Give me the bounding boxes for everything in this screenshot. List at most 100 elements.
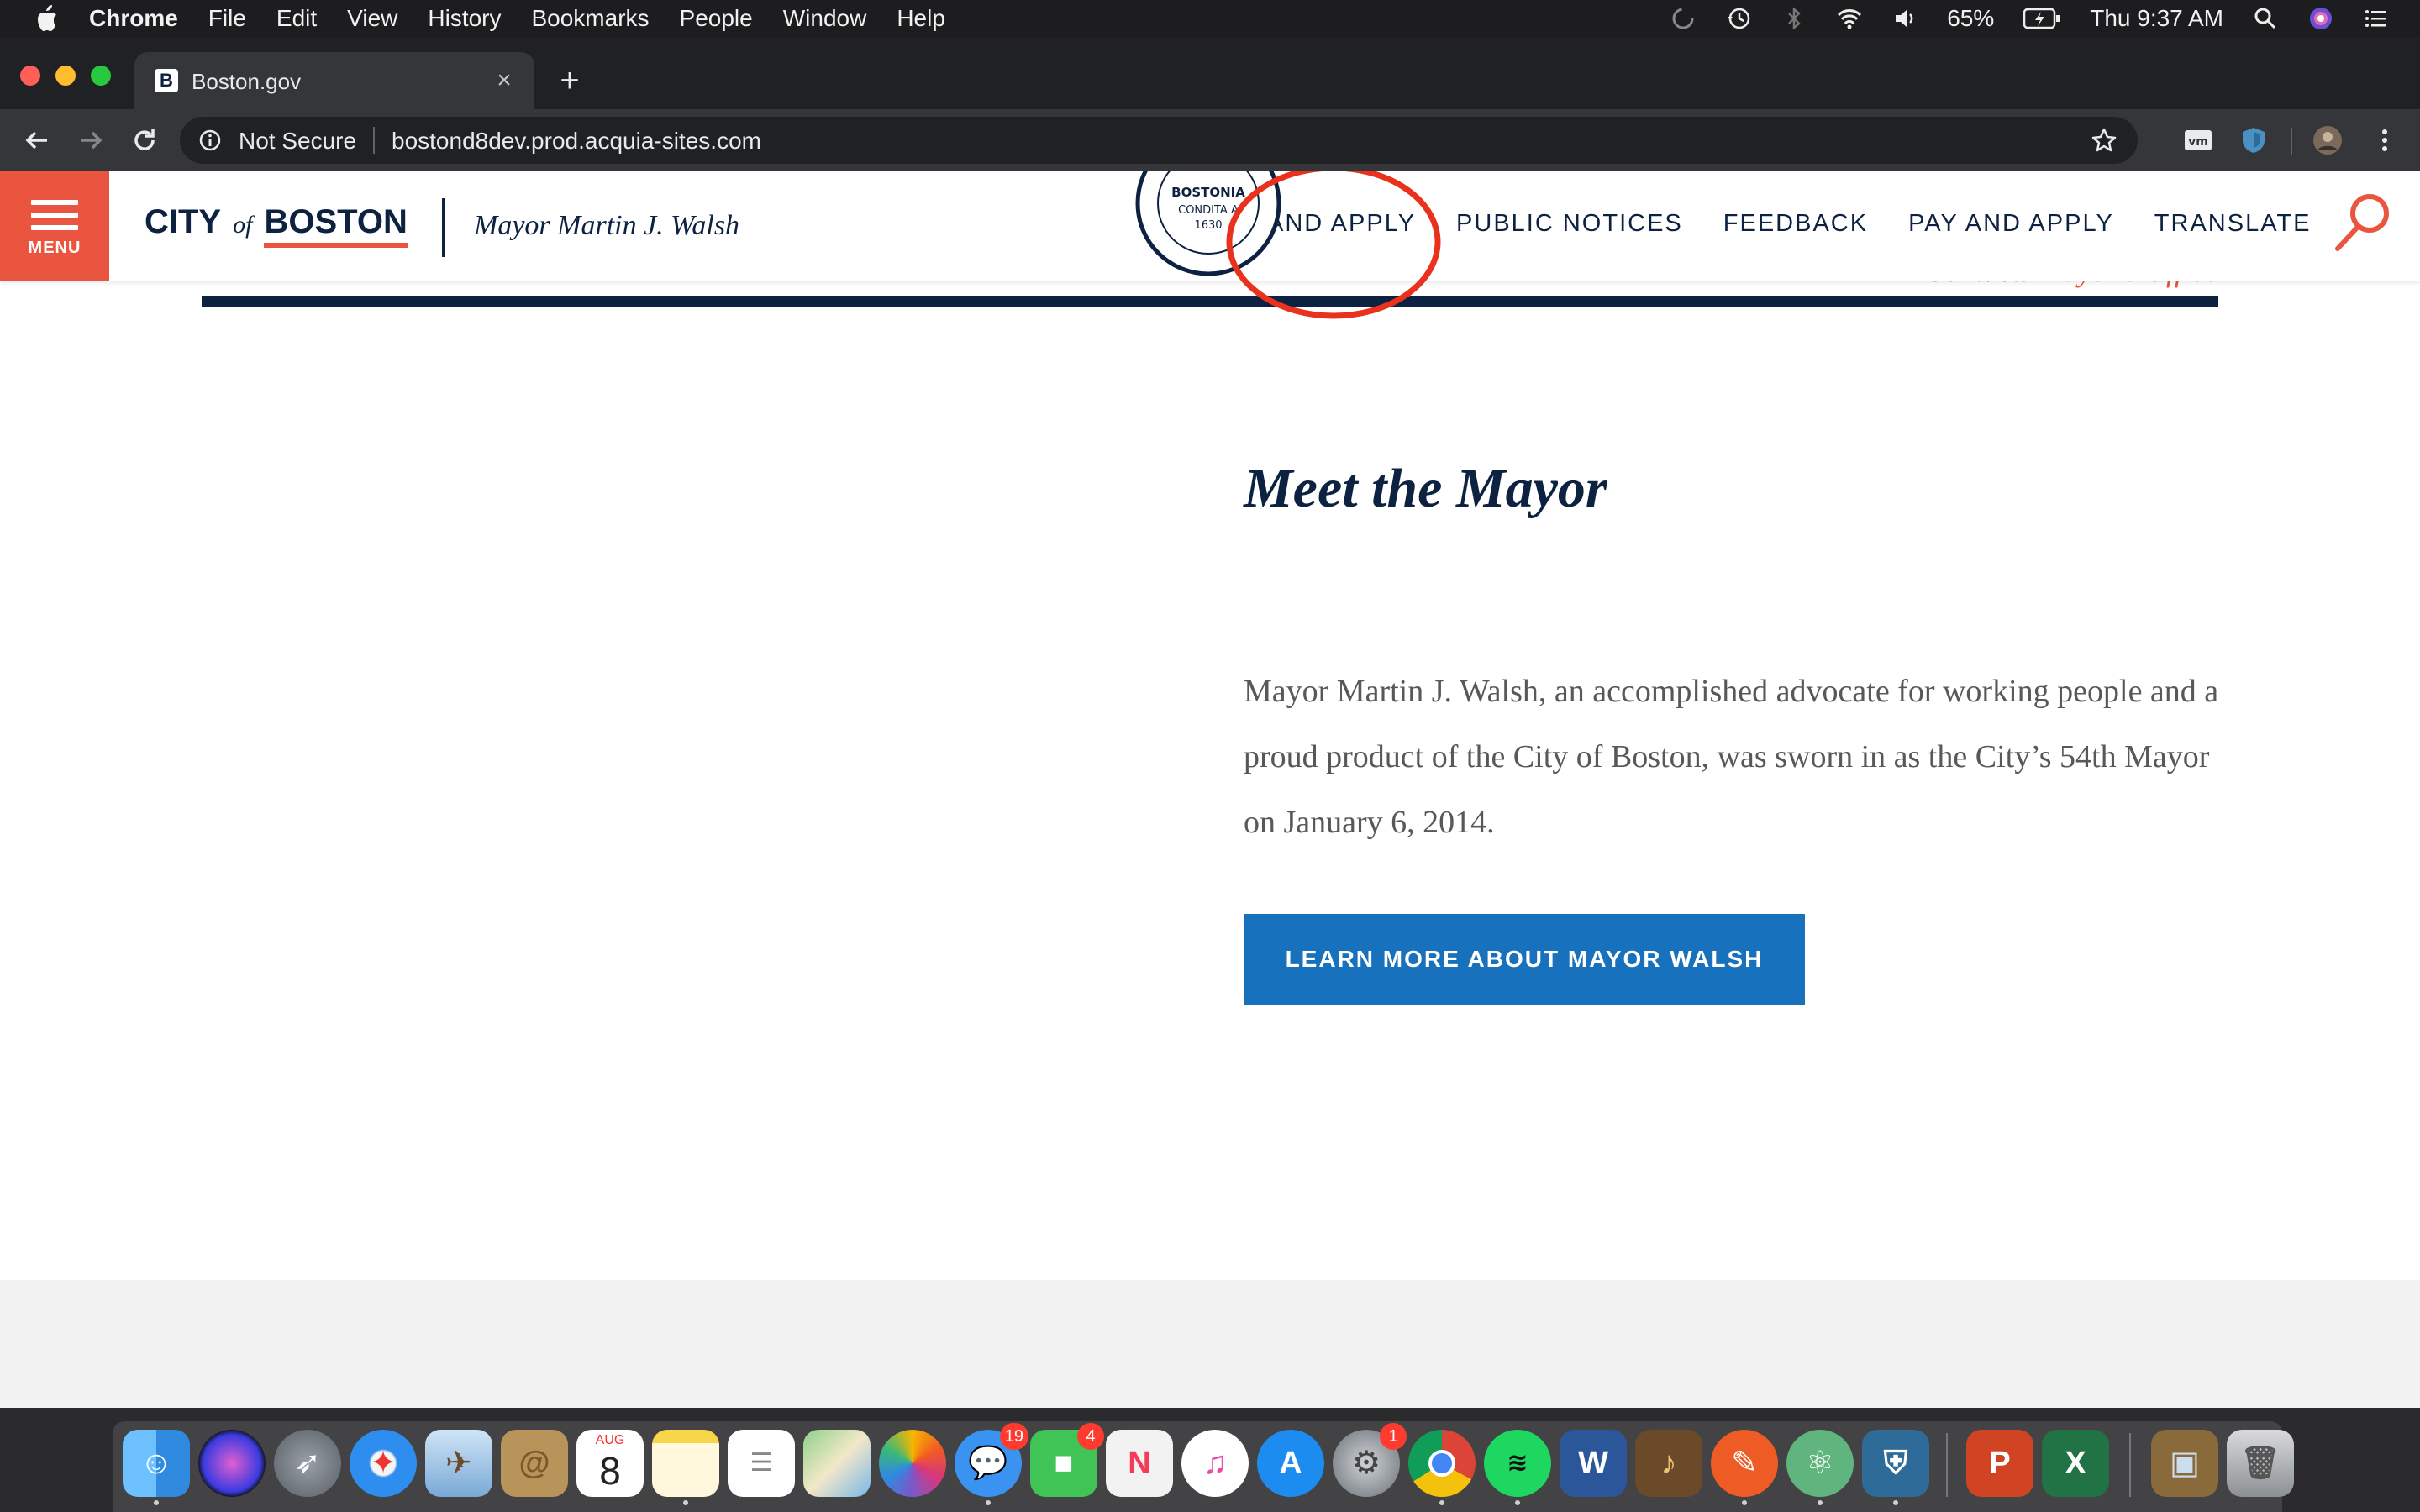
tab-close-icon[interactable]: × [489,66,519,96]
vm-extension-icon[interactable]: vm [2183,125,2213,155]
menu-people[interactable]: People [680,5,753,32]
postman-icon[interactable]: ✎ [1711,1430,1778,1497]
url-text[interactable]: bostond8dev.prod.acquia-sites.com [392,128,761,155]
atom-icon[interactable]: ⚛ [1786,1430,1854,1497]
menu-help[interactable]: Help [897,5,945,32]
nav-feedback[interactable]: FEEDBACK [1723,210,1868,238]
mayor-intro-text: Mayor Martin J. Walsh, an accomplished a… [1244,674,2219,840]
logo-city: CITY [145,203,222,240]
city-of-boston-logo[interactable]: CITY of BOSTON [145,203,408,250]
hamburger-icon [31,200,78,238]
new-tab-button[interactable]: + [551,62,588,99]
window-close-button[interactable] [20,66,40,86]
menu-file[interactable]: File [208,5,246,32]
nav-translate[interactable]: TRANSLATE [2154,210,2312,238]
menu-edit[interactable]: Edit [276,5,317,32]
profile-avatar-icon[interactable] [2312,125,2343,155]
chrome-menu-icon[interactable] [2370,125,2400,155]
maps-icon[interactable] [803,1430,871,1497]
vpn-icon[interactable]: ⛨ [1862,1430,1929,1497]
learn-more-button[interactable]: LEARN MORE ABOUT MAYOR WALSH [1244,914,1805,1005]
excel-icon[interactable]: X [2042,1430,2109,1497]
site-info-icon[interactable] [198,129,222,152]
calendar-icon[interactable]: AUG 8 [576,1430,644,1497]
siri-icon[interactable] [198,1430,266,1497]
site-search-icon[interactable] [2333,190,2393,254]
photos-icon[interactable] [879,1430,946,1497]
shield-extension-icon[interactable] [2238,125,2269,155]
tab-title: Boston.gov [192,69,302,94]
calendar-month: AUG [595,1433,625,1447]
apple-logo-icon[interactable] [34,4,59,33]
news-icon[interactable]: N [1106,1430,1173,1497]
browser-toolbar: Not Secure bostond8dev.prod.acquia-sites… [0,109,2420,171]
calendar-day: 8 [599,1449,621,1493]
powerpoint-icon[interactable]: P [1966,1430,2033,1497]
logo-of: of [233,211,253,239]
macos-dock: ☺ ➶ ✦ ✈ @ AUG 8 ☰ 💬 19 ■ 4 N ♫ A ⚙ 1 ≋ W… [0,1408,2420,1512]
web-page: MENU CITY of BOSTON Mayor Martin J. Wals… [0,171,2420,1408]
mail-icon[interactable]: ✈ [425,1430,492,1497]
notes-icon[interactable] [652,1430,719,1497]
itunes-icon[interactable]: ♫ [1181,1430,1249,1497]
logo-boston: BOSTON [264,203,408,248]
site-header: MENU CITY of BOSTON Mayor Martin J. Wals… [0,171,2420,281]
time-machine-icon[interactable] [1725,5,1752,32]
nav-public-notices[interactable]: PUBLIC NOTICES [1456,210,1683,238]
archive-utility-icon[interactable]: ▣ [2151,1430,2218,1497]
bookmark-star-icon[interactable] [2091,127,2118,154]
launchpad-icon[interactable]: ➶ [274,1430,341,1497]
menu-bookmarks[interactable]: Bookmarks [531,5,649,32]
contacts-icon[interactable]: @ [501,1430,568,1497]
menu-button[interactable]: MENU [0,171,109,281]
chrome-icon[interactable] [1408,1430,1476,1497]
dock-separator [1946,1433,1948,1497]
seal-year: 1630 [1194,219,1222,232]
reload-icon[interactable] [128,123,161,157]
dock-separator-2 [2129,1433,2131,1497]
browser-tab-active[interactable]: B Boston.gov × [134,52,534,109]
facetime-badge: 4 [1077,1423,1104,1450]
address-bar[interactable]: Not Secure bostond8dev.prod.acquia-sites… [180,117,2138,164]
menubar-app-name[interactable]: Chrome [89,5,178,32]
menubar-clock[interactable]: Thu 9:37 AM [2090,5,2223,32]
facetime-icon[interactable]: ■ 4 [1030,1423,1104,1497]
spotify-icon[interactable]: ≋ [1484,1430,1551,1497]
volume-icon[interactable] [1891,5,1918,32]
nav-pay-and-apply[interactable]: PAY AND APPLY [1908,210,2114,238]
siri-icon[interactable] [2307,5,2334,32]
app-store-icon[interactable]: A [1257,1430,1324,1497]
battery-percent: 65% [1947,5,1995,31]
forward-arrow-icon[interactable] [74,123,108,157]
address-divider [373,127,375,154]
spotlight-search-icon[interactable] [2252,5,2279,32]
focus-status-icon[interactable] [1670,5,1697,32]
window-minimize-button[interactable] [55,66,76,86]
wifi-icon[interactable] [1836,5,1863,32]
system-preferences-icon[interactable]: ⚙ 1 [1333,1423,1407,1497]
notification-center-icon[interactable] [2363,5,2390,32]
macos-menubar: Chrome File Edit View History Bookmarks … [0,0,2420,37]
logo-divider [442,198,445,257]
finder-icon[interactable]: ☺ [123,1430,190,1497]
menu-window[interactable]: Window [783,5,867,32]
bluetooth-icon[interactable] [1781,5,1807,32]
back-arrow-icon[interactable] [20,123,54,157]
header-mayor-name[interactable]: Mayor Martin J. Walsh [474,210,739,242]
reminders-icon[interactable]: ☰ [728,1430,795,1497]
word-icon[interactable]: W [1560,1430,1627,1497]
battery-charging-icon[interactable] [2023,7,2061,30]
window-fullscreen-button[interactable] [91,66,111,86]
section-divider-bar [202,296,2218,307]
trash-icon[interactable]: 🗑 [2227,1430,2294,1497]
annotation-circle [1226,171,1441,319]
messages-badge: 19 [999,1423,1028,1450]
menu-history[interactable]: History [428,5,501,32]
system-prefs-badge: 1 [1380,1423,1407,1450]
menu-button-label: MENU [28,239,82,257]
not-secure-label[interactable]: Not Secure [239,128,356,155]
menu-view[interactable]: View [347,5,397,32]
garageband-icon[interactable]: ♪ [1635,1430,1702,1497]
messages-icon[interactable]: 💬 19 [955,1423,1028,1497]
safari-icon[interactable]: ✦ [350,1430,417,1497]
